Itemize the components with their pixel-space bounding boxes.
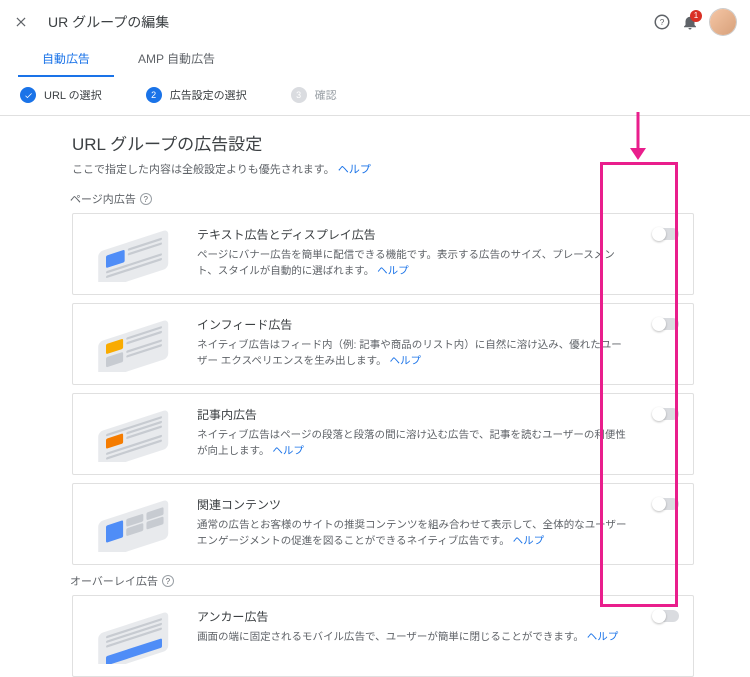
card-title: 関連コンテンツ xyxy=(197,496,627,513)
check-icon xyxy=(20,87,36,103)
card-desc: ネイティブ広告はフィード内（例: 記事や商品のリスト内）に自然に溶け込み、優れた… xyxy=(197,337,627,370)
help-link[interactable]: ヘルプ xyxy=(587,631,619,643)
help-tooltip-icon[interactable]: ? xyxy=(140,193,152,205)
help-circle-icon: ? xyxy=(653,13,671,31)
card-title: 記事内広告 xyxy=(197,406,627,423)
section-heading: URL グループの広告設定 xyxy=(72,130,694,155)
notifications-badge: 1 xyxy=(690,10,702,22)
card-infeed-ads: インフィード広告 ネイティブ広告はフィード内（例: 記事や商品のリスト内）に自然… xyxy=(72,303,694,385)
card-illustration xyxy=(87,316,181,372)
card-illustration xyxy=(87,608,181,664)
group-label-overlay: オーバーレイ広告 ? xyxy=(70,573,694,589)
close-icon xyxy=(14,15,28,29)
tabs: 自動広告 AMP 自動広告 xyxy=(0,44,750,77)
help-link[interactable]: ヘルプ xyxy=(513,535,545,547)
help-tooltip-icon[interactable]: ? xyxy=(162,575,174,587)
tab-auto-ads[interactable]: 自動広告 xyxy=(18,44,114,77)
svg-text:?: ? xyxy=(660,18,665,27)
help-link[interactable]: ヘルプ xyxy=(272,445,304,457)
card-matched-content: 関連コンテンツ 通常の広告とお客様のサイトの推奨コンテンツを組み合わせて表示して… xyxy=(72,483,694,565)
header-bar: UR グループの編集 ? 1 xyxy=(0,0,750,44)
notifications-button[interactable]: 1 xyxy=(676,8,704,36)
card-illustration xyxy=(87,226,181,282)
card-desc: ページにバナー広告を簡単に配信できる機能です。表示する広告のサイズ、プレースメン… xyxy=(197,247,627,280)
toggle-switch[interactable] xyxy=(653,228,679,240)
help-link[interactable]: ヘルプ xyxy=(390,355,422,367)
step-label: URL の選択 xyxy=(44,87,102,103)
card-title: アンカー広告 xyxy=(197,608,627,625)
stepper: URL の選択 2 広告設定の選択 3 確認 xyxy=(0,77,750,116)
step-label: 広告設定の選択 xyxy=(170,87,247,103)
group-label-in-page: ページ内広告 ? xyxy=(70,191,694,207)
page-title: UR グループの編集 xyxy=(48,12,169,32)
card-anchor-ads: アンカー広告 画面の端に固定されるモバイル広告で、ユーザーが簡単に閉じることがで… xyxy=(72,595,694,677)
help-button[interactable]: ? xyxy=(648,8,676,36)
card-text-display-ads: テキスト広告とディスプレイ広告 ページにバナー広告を簡単に配信できる機能です。表… xyxy=(72,213,694,295)
avatar[interactable] xyxy=(710,9,736,35)
card-illustration xyxy=(87,406,181,462)
step-number-icon: 3 xyxy=(291,87,307,103)
step-number-icon: 2 xyxy=(146,87,162,103)
card-desc: ネイティブ広告はページの段落と段落の間に溶け込む広告で、記事を読むユーザーの利便… xyxy=(197,427,627,460)
content: URL グループの広告設定 ここで指定した内容は全般設定よりも優先されます。 ヘ… xyxy=(0,116,750,677)
card-inarticle-ads: 記事内広告 ネイティブ広告はページの段落と段落の間に溶け込む広告で、記事を読むユ… xyxy=(72,393,694,475)
card-title: テキスト広告とディスプレイ広告 xyxy=(197,226,627,243)
close-button[interactable] xyxy=(10,11,32,33)
section-subtitle: ここで指定した内容は全般設定よりも優先されます。 ヘルプ xyxy=(72,161,694,177)
toggle-switch[interactable] xyxy=(653,318,679,330)
step-url-select[interactable]: URL の選択 xyxy=(20,87,102,103)
step-confirm[interactable]: 3 確認 xyxy=(291,87,337,103)
toggle-switch[interactable] xyxy=(653,498,679,510)
toggle-switch[interactable] xyxy=(653,408,679,420)
card-desc: 通常の広告とお客様のサイトの推奨コンテンツを組み合わせて表示して、全体的なユーザ… xyxy=(197,517,627,550)
step-label: 確認 xyxy=(315,87,337,103)
card-illustration xyxy=(87,496,181,552)
tab-amp-auto-ads[interactable]: AMP 自動広告 xyxy=(114,44,239,77)
help-link[interactable]: ヘルプ xyxy=(377,265,409,277)
step-ad-settings[interactable]: 2 広告設定の選択 xyxy=(146,87,247,103)
card-title: インフィード広告 xyxy=(197,316,627,333)
toggle-switch[interactable] xyxy=(653,610,679,622)
help-link[interactable]: ヘルプ xyxy=(338,164,371,176)
card-desc: 画面の端に固定されるモバイル広告で、ユーザーが簡単に閉じることができます。 ヘル… xyxy=(197,629,627,645)
